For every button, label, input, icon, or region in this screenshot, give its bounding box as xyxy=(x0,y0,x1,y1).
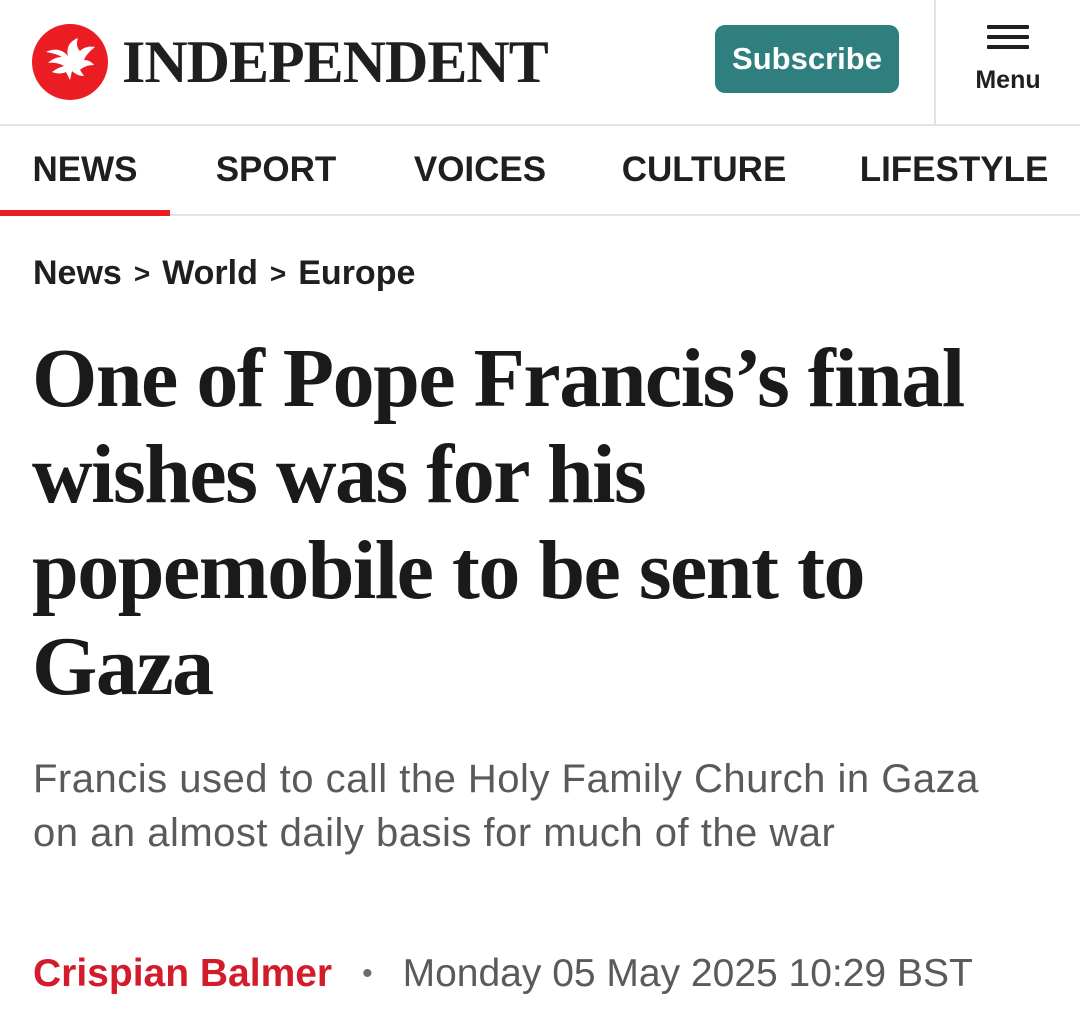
breadcrumb-news[interactable]: News xyxy=(33,254,122,293)
site-wordmark: INDEPENDENT xyxy=(122,29,549,95)
nav-item-news[interactable]: NEWS xyxy=(0,126,170,216)
site-header: INDEPENDENT Subscribe Menu xyxy=(0,0,1080,126)
byline-separator: • xyxy=(362,957,373,990)
site-logo[interactable]: INDEPENDENT xyxy=(32,24,549,100)
hamburger-icon xyxy=(987,25,1029,49)
menu-button[interactable]: Menu xyxy=(936,0,1080,124)
article-headline: One of Pope Francis’s final wishes was f… xyxy=(32,332,965,713)
menu-label: Menu xyxy=(975,66,1041,94)
publish-date: Monday 05 May 2025 10:29 BST xyxy=(402,952,973,995)
author-link[interactable]: Crispian Balmer xyxy=(33,952,332,996)
breadcrumb-separator: > xyxy=(133,257,151,289)
eagle-icon xyxy=(32,24,108,100)
article-standfirst: Francis used to call the Holy Family Chu… xyxy=(33,757,979,855)
nav-item-sport[interactable]: SPORT xyxy=(196,126,356,214)
breadcrumb-separator: > xyxy=(269,257,287,289)
breadcrumb-world[interactable]: World xyxy=(162,254,258,293)
breadcrumb: News > World > Europe xyxy=(33,254,415,293)
breadcrumb-europe[interactable]: Europe xyxy=(298,254,415,293)
nav-item-culture[interactable]: CULTURE xyxy=(612,126,796,214)
nav-item-voices[interactable]: VOICES xyxy=(400,126,560,214)
byline: Crispian Balmer • Monday 05 May 2025 10:… xyxy=(33,952,973,996)
section-nav: NEWS SPORT VOICES CULTURE LIFESTYLE xyxy=(0,126,1080,216)
subscribe-button[interactable]: Subscribe xyxy=(715,25,899,93)
nav-item-lifestyle[interactable]: LIFESTYLE xyxy=(856,126,1052,214)
